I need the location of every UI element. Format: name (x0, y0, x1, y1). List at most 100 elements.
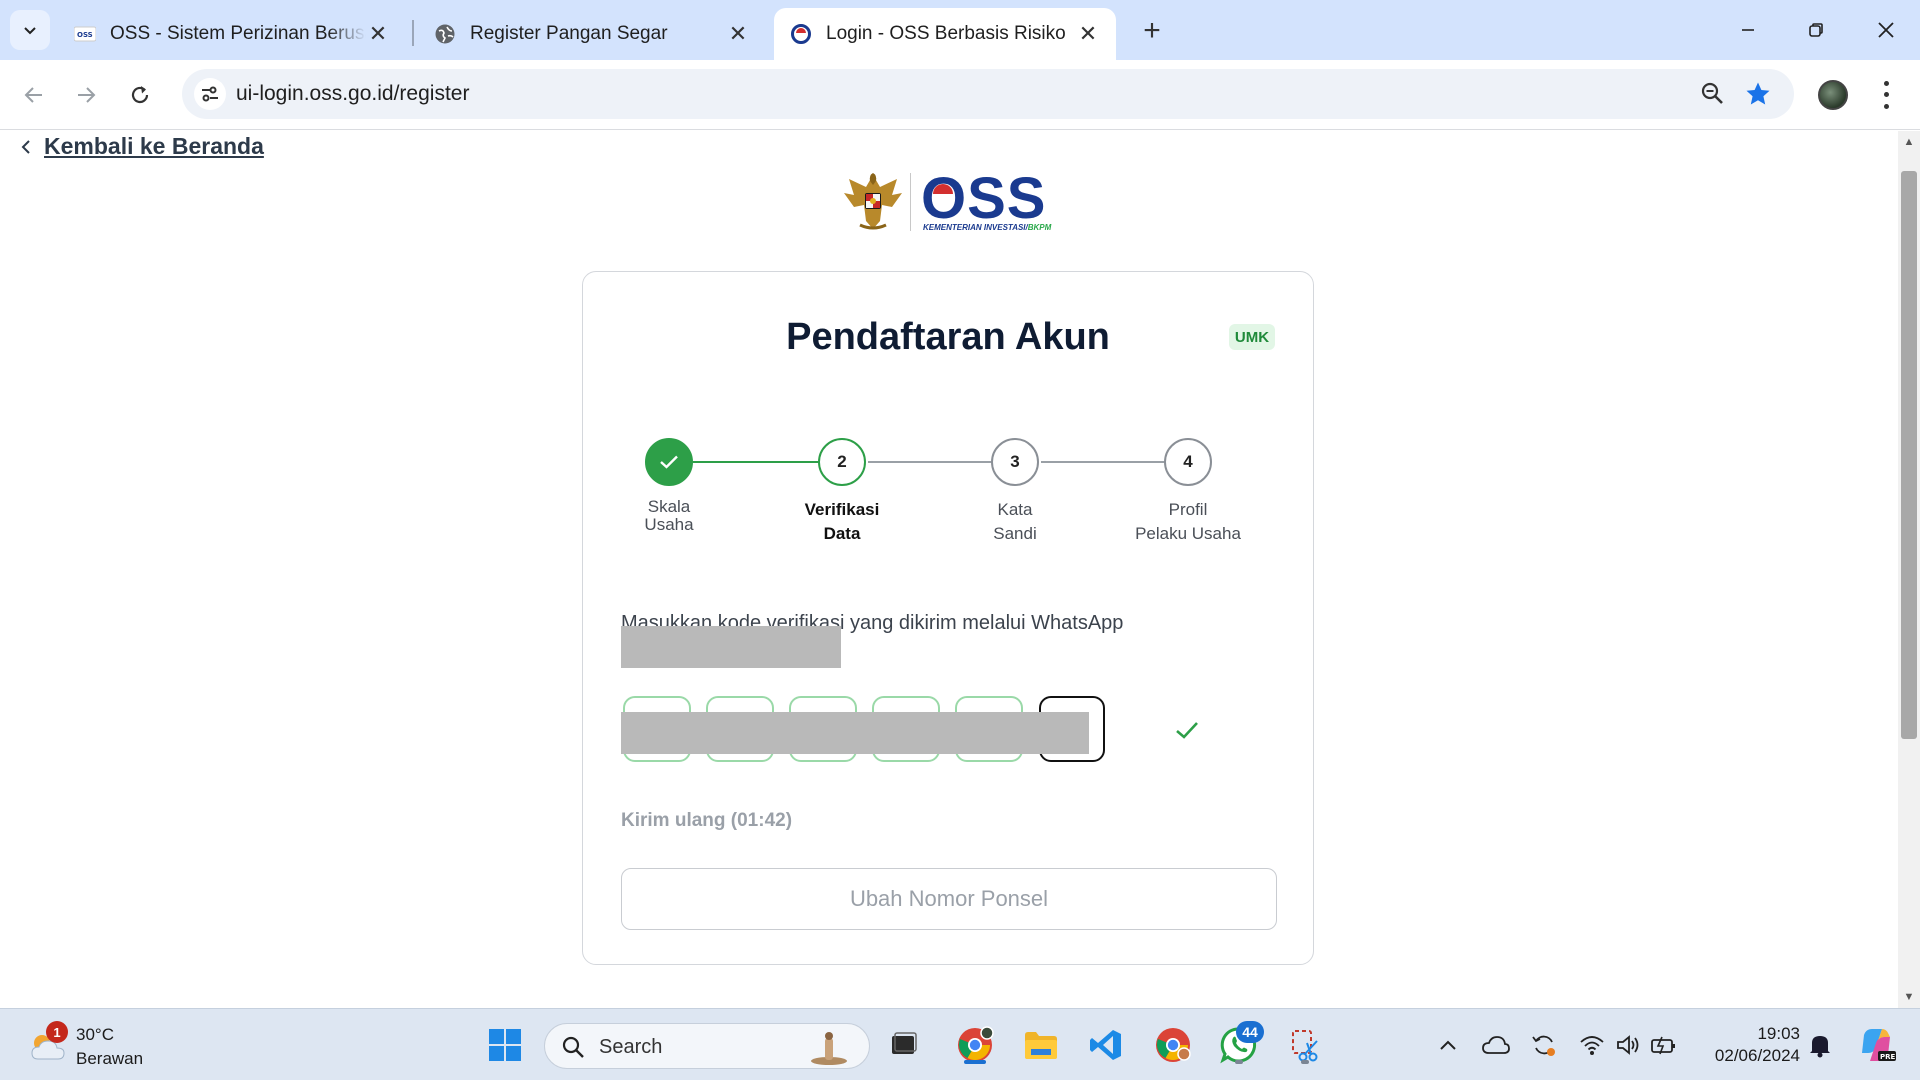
oss-wordmark: OSS KEMENTERIAN INVESTASI/BKPM (921, 166, 1051, 235)
step-skala-usaha: Skala Usaha (599, 438, 739, 534)
taskbar-snipping-tool[interactable] (1283, 1023, 1327, 1067)
volume-tray[interactable] (1614, 1031, 1642, 1059)
oss-subtitle-main: KEMENTERIAN INVESTASI/ (923, 223, 1028, 232)
scroll-up-icon[interactable]: ▲ (1898, 131, 1920, 153)
start-button[interactable] (483, 1023, 527, 1067)
system-clock[interactable]: 19:03 02/06/2024 (1700, 1023, 1800, 1067)
battery-tray[interactable] (1650, 1031, 1678, 1059)
step-profil-pelaku-usaha: 4 Profil Pelaku Usaha (1118, 438, 1258, 546)
step-verifikasi-data: 2 Verifikasi Data (772, 438, 912, 546)
forward-button[interactable] (66, 75, 106, 115)
weather-condition: Berawan (76, 1049, 144, 1068)
svg-text:OSS: OSS (77, 31, 93, 39)
notifications-button[interactable] (1806, 1031, 1834, 1059)
check-icon (1176, 722, 1198, 739)
clock-date: 02/06/2024 (1714, 1046, 1800, 1065)
step-label-line: Pelaku Usaha (1135, 524, 1241, 543)
change-phone-button[interactable]: Ubah Nomor Ponsel (621, 868, 1277, 930)
sync-tray[interactable] (1530, 1031, 1558, 1059)
show-hidden-icons-button[interactable] (1434, 1031, 1462, 1059)
taskbar-chrome[interactable] (1151, 1023, 1195, 1067)
running-indicator (1235, 1060, 1243, 1064)
wifi-tray[interactable] (1578, 1031, 1606, 1059)
weather-notification-badge: 1 (46, 1021, 68, 1043)
taskbar-file-explorer[interactable] (1019, 1023, 1063, 1067)
taskbar-vscode[interactable] (1084, 1023, 1128, 1067)
oss-ring-favicon (790, 23, 812, 45)
close-icon[interactable]: ✕ (726, 21, 750, 46)
arrow-right-icon (78, 87, 96, 103)
tab-login-oss[interactable]: Login - OSS Berbasis Risiko ✕ (774, 8, 1116, 60)
new-tab-button[interactable]: + (1135, 14, 1169, 48)
copilot-button[interactable]: PRE (1856, 1025, 1896, 1065)
step-label-line: Kata (997, 500, 1033, 519)
chrome-icon (1156, 1028, 1191, 1062)
minimize-button[interactable] (1720, 10, 1776, 50)
step-label: Kata Sandi (945, 498, 1085, 546)
browser-tabstrip: OSS OSS - Sistem Perizinan Berusaha ✕ Re… (0, 0, 1920, 60)
vertical-scrollbar[interactable]: ▲ ▼ (1898, 131, 1920, 1008)
oss-word: OSS (921, 166, 1047, 231)
volume-icon (1617, 1035, 1639, 1055)
search-placeholder: Search (599, 1036, 663, 1058)
onedrive-tray[interactable] (1482, 1031, 1510, 1059)
taskbar-chrome-profile[interactable] (953, 1023, 997, 1067)
browser-toolbar: ui-login.oss.go.id/register (0, 60, 1920, 130)
close-icon[interactable]: ✕ (366, 21, 390, 46)
url-text[interactable]: ui-login.oss.go.id/register (236, 82, 469, 106)
copilot-icon: PRE (1862, 1029, 1896, 1061)
back-to-home-link[interactable]: Kembali ke Beranda (20, 133, 264, 160)
profile-avatar[interactable] (1818, 80, 1848, 110)
scroll-down-icon[interactable]: ▼ (1898, 986, 1920, 1008)
weather-temperature: 30°C (76, 1025, 114, 1044)
search-icon (562, 1036, 584, 1058)
reload-button[interactable] (120, 75, 160, 115)
reload-icon (131, 86, 149, 104)
windows-taskbar: 1 30°C Berawan Search 44 19:03 02/06/202… (0, 1008, 1920, 1080)
step-label-line: Skala (647, 497, 691, 516)
step-label: Profil Pelaku Usaha (1118, 498, 1258, 546)
scrollbar-thumb[interactable] (1901, 171, 1917, 739)
logo-divider (910, 173, 911, 231)
tab-separator (412, 20, 414, 46)
snipping-tool-icon (1292, 1030, 1318, 1062)
step-label-line: Sandi (993, 524, 1037, 543)
address-bar[interactable]: ui-login.oss.go.id/register (182, 69, 1794, 119)
step-label-line: Data (823, 524, 861, 543)
close-icon (1878, 22, 1894, 38)
globe-icon (434, 23, 456, 45)
battery-charging-icon (1651, 1036, 1675, 1055)
tab-title: OSS - Sistem Perizinan Berusaha (110, 23, 366, 44)
zoom-icon[interactable] (1700, 81, 1726, 107)
register-page: Kembali ke Beranda OSS KEMENTERIAN INVES… (0, 131, 1898, 1005)
oss-favicon: OSS (74, 23, 96, 45)
restore-button[interactable] (1788, 10, 1844, 50)
browser-menu-button[interactable] (1876, 78, 1896, 112)
taskbar-search[interactable]: Search (544, 1023, 870, 1069)
step-label: Verifikasi Data (772, 498, 912, 546)
bookmark-star-icon[interactable] (1744, 80, 1772, 108)
step-circle: 4 (1164, 438, 1212, 486)
tab-search-button[interactable] (10, 10, 50, 50)
svg-text:PRE: PRE (1880, 1053, 1896, 1061)
back-link-label[interactable]: Kembali ke Beranda (44, 133, 264, 160)
step-circle: 2 (818, 438, 866, 486)
weather-widget[interactable]: 1 30°C Berawan (28, 1021, 168, 1071)
close-icon[interactable]: ✕ (1076, 21, 1100, 46)
step-label: Skala Usaha (599, 498, 739, 534)
step-kata-sandi: 3 Kata Sandi (945, 438, 1085, 546)
cloud-icon (1482, 1036, 1510, 1054)
step-circle: 3 (991, 438, 1039, 486)
clock-time: 19:03 (1757, 1024, 1800, 1043)
oss-subtitle: KEMENTERIAN INVESTASI/BKPM (923, 223, 1051, 232)
whatsapp-unread-badge: 44 (1236, 1021, 1264, 1043)
minimize-icon (1742, 29, 1754, 31)
tab-oss-sistem[interactable]: OSS OSS - Sistem Perizinan Berusaha ✕ (58, 8, 406, 60)
back-button[interactable] (14, 75, 54, 115)
otp-input-group (621, 696, 1198, 764)
task-view-button[interactable] (882, 1023, 926, 1067)
site-info-icon[interactable] (194, 78, 226, 110)
close-window-button[interactable] (1858, 10, 1914, 50)
step-label-line: Profil (1168, 500, 1208, 519)
tab-register-pangan[interactable]: Register Pangan Segar ✕ (418, 8, 766, 60)
